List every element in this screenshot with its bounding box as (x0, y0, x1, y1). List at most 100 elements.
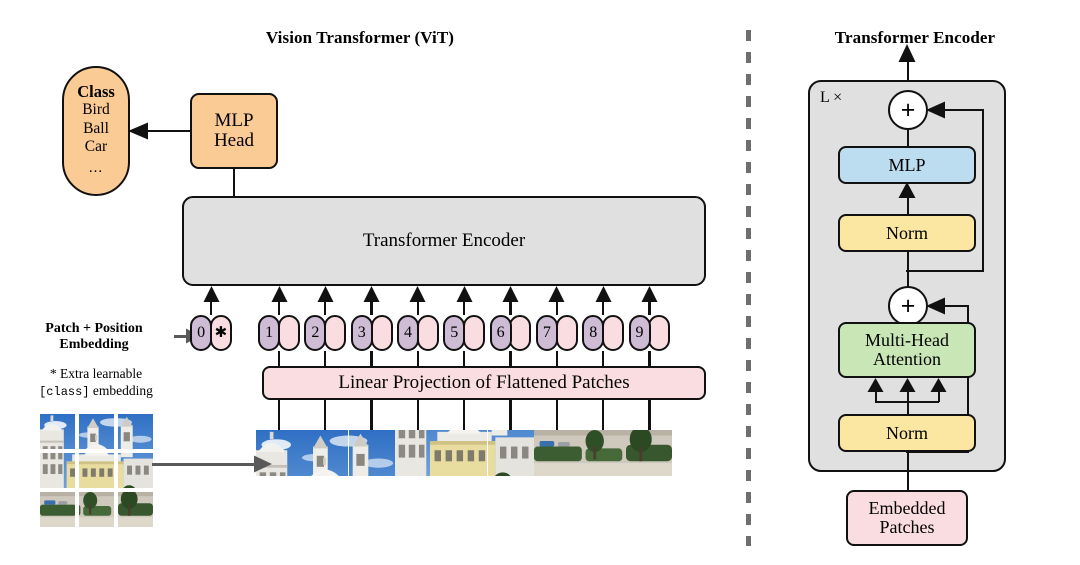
projection-down-line-3 (370, 400, 373, 430)
token-embedding-4 (416, 315, 439, 351)
token-arrow-head-5 (456, 286, 473, 302)
token-position-4: 4 (397, 315, 419, 351)
footnote-class-token: [class] (39, 384, 90, 399)
mlp-head-box: MLP Head (190, 93, 278, 169)
linear-projection-box: Linear Projection of Flattened Patches (262, 366, 706, 400)
attention-line2: Attention (873, 349, 941, 369)
token-position-6: 6 (489, 315, 512, 351)
embedded-patches-line2: Patches (879, 517, 935, 537)
token-position-8: 8 (582, 315, 605, 351)
embedded-patches-block: Embedded Patches (846, 490, 968, 546)
grid-to-strip-line (152, 463, 258, 466)
qkv-right-arrowhead (930, 378, 947, 392)
class-heading: Class (77, 81, 115, 101)
source-patch-6 (118, 453, 153, 488)
token-7[interactable]: 7 (535, 315, 578, 351)
source-patch-3 (118, 414, 153, 449)
norm-bottom-label: Norm (886, 422, 928, 443)
class-token-star: ✱ (209, 315, 232, 351)
footnote-line2: [class] embedding (16, 383, 176, 400)
token-arrow-stem-8 (601, 301, 605, 315)
token-position-1: 1 (258, 315, 281, 351)
class-item-bird: Bird (82, 101, 110, 119)
projection-down-line-7 (555, 400, 558, 430)
flattened-patch-5 (441, 430, 488, 476)
token-embedding-9 (648, 315, 671, 351)
patch-position-embedding-label: Patch + Position Embedding (18, 321, 170, 353)
token-embedding-3 (370, 315, 393, 351)
projection-up-line-2 (324, 351, 327, 366)
repeat-count-label: L × (820, 89, 843, 106)
token-arrow-stem-1 (277, 301, 281, 315)
projection-down-line-4 (416, 400, 420, 430)
token-6[interactable]: 6 (489, 315, 532, 351)
token-arrow-stem-5 (463, 301, 466, 315)
class-item-ball: Ball (83, 119, 109, 137)
token-embedding-6 (509, 315, 532, 351)
token-2[interactable]: 2 (304, 315, 347, 351)
token-position-3: 3 (350, 315, 373, 351)
projection-up-line-4 (416, 351, 420, 366)
norm-to-mlp-arrowhead (898, 182, 916, 198)
flattened-patch-4 (394, 430, 441, 476)
token-arrow-head-3 (363, 286, 380, 302)
plus-symbol-mid: + (900, 291, 916, 320)
flattened-patch-3 (348, 430, 395, 476)
token-3[interactable]: 3 (350, 315, 393, 351)
mlp-residual-top (940, 108, 984, 112)
qkv-mid-arrowhead (899, 378, 916, 392)
embedded-to-norm-line (906, 450, 910, 492)
norm-block-bottom: Norm (838, 414, 976, 452)
flattened-patch-8 (580, 430, 627, 476)
token-arrow-stem-4 (416, 301, 420, 315)
projection-up-line-9 (648, 351, 651, 366)
token-arrow-head-7 (548, 286, 565, 302)
token-embedding-2 (324, 315, 347, 351)
ppe-line2: Embedding (59, 337, 129, 353)
flattened-patch-9 (626, 430, 673, 476)
source-patch-4 (40, 453, 75, 488)
mlp-residual-bottom (906, 269, 984, 272)
add-node-mlp: + (888, 90, 928, 130)
class-ellipsis: ... (88, 160, 104, 177)
token-arrow-head-9 (641, 286, 658, 302)
flattened-patch-6 (487, 430, 534, 476)
token-5[interactable]: 5 (443, 315, 486, 351)
token-position-2: 2 (304, 315, 327, 351)
encoder-output-arrowhead (898, 44, 916, 62)
norm-top-label: Norm (886, 222, 928, 243)
projection-up-line-6 (509, 351, 512, 366)
mlp-to-class-line (146, 129, 192, 133)
add-node-attention: + (888, 286, 928, 326)
token-4[interactable]: 4 (397, 315, 439, 351)
token-arrow-stem-7 (555, 301, 558, 315)
token-embedding-8 (602, 315, 624, 351)
footnote-line1: * Extra learnable (49, 366, 143, 381)
projection-up-line-3 (370, 351, 373, 366)
source-patch-9 (118, 492, 153, 527)
flattened-patch-7 (533, 430, 580, 476)
token-9[interactable]: 9 (628, 315, 671, 351)
token-embedding-1 (277, 315, 300, 351)
projection-down-line-8 (601, 400, 605, 430)
attention-line1: Multi-Head (865, 330, 949, 351)
left-panel-title: Vision Transformer (ViT) (265, 28, 455, 47)
projection-down-line-1 (277, 400, 281, 430)
source-patch-1 (40, 414, 75, 449)
norm-block-top: Norm (838, 214, 976, 252)
token-position-9: 9 (628, 315, 651, 351)
token-position-7: 7 (535, 315, 558, 351)
token-arrow-head-4 (409, 286, 426, 302)
projection-down-line-6 (509, 400, 512, 430)
token-arrow-stem-9 (648, 301, 651, 315)
token-8[interactable]: 8 (582, 315, 624, 351)
extra-learnable-footnote: * Extra learnable [class] embedding (16, 366, 176, 400)
token-1[interactable]: 1 (258, 315, 300, 351)
projection-up-line-8 (601, 351, 605, 366)
token-0[interactable]: 0 ✱ (190, 315, 232, 351)
projection-down-line-5 (463, 400, 466, 430)
mlp-residual-arrowhead (926, 101, 945, 119)
mlp-to-add-line (906, 128, 910, 148)
token-position-5: 5 (443, 315, 466, 351)
token-arrow-stem-0 (209, 301, 213, 315)
